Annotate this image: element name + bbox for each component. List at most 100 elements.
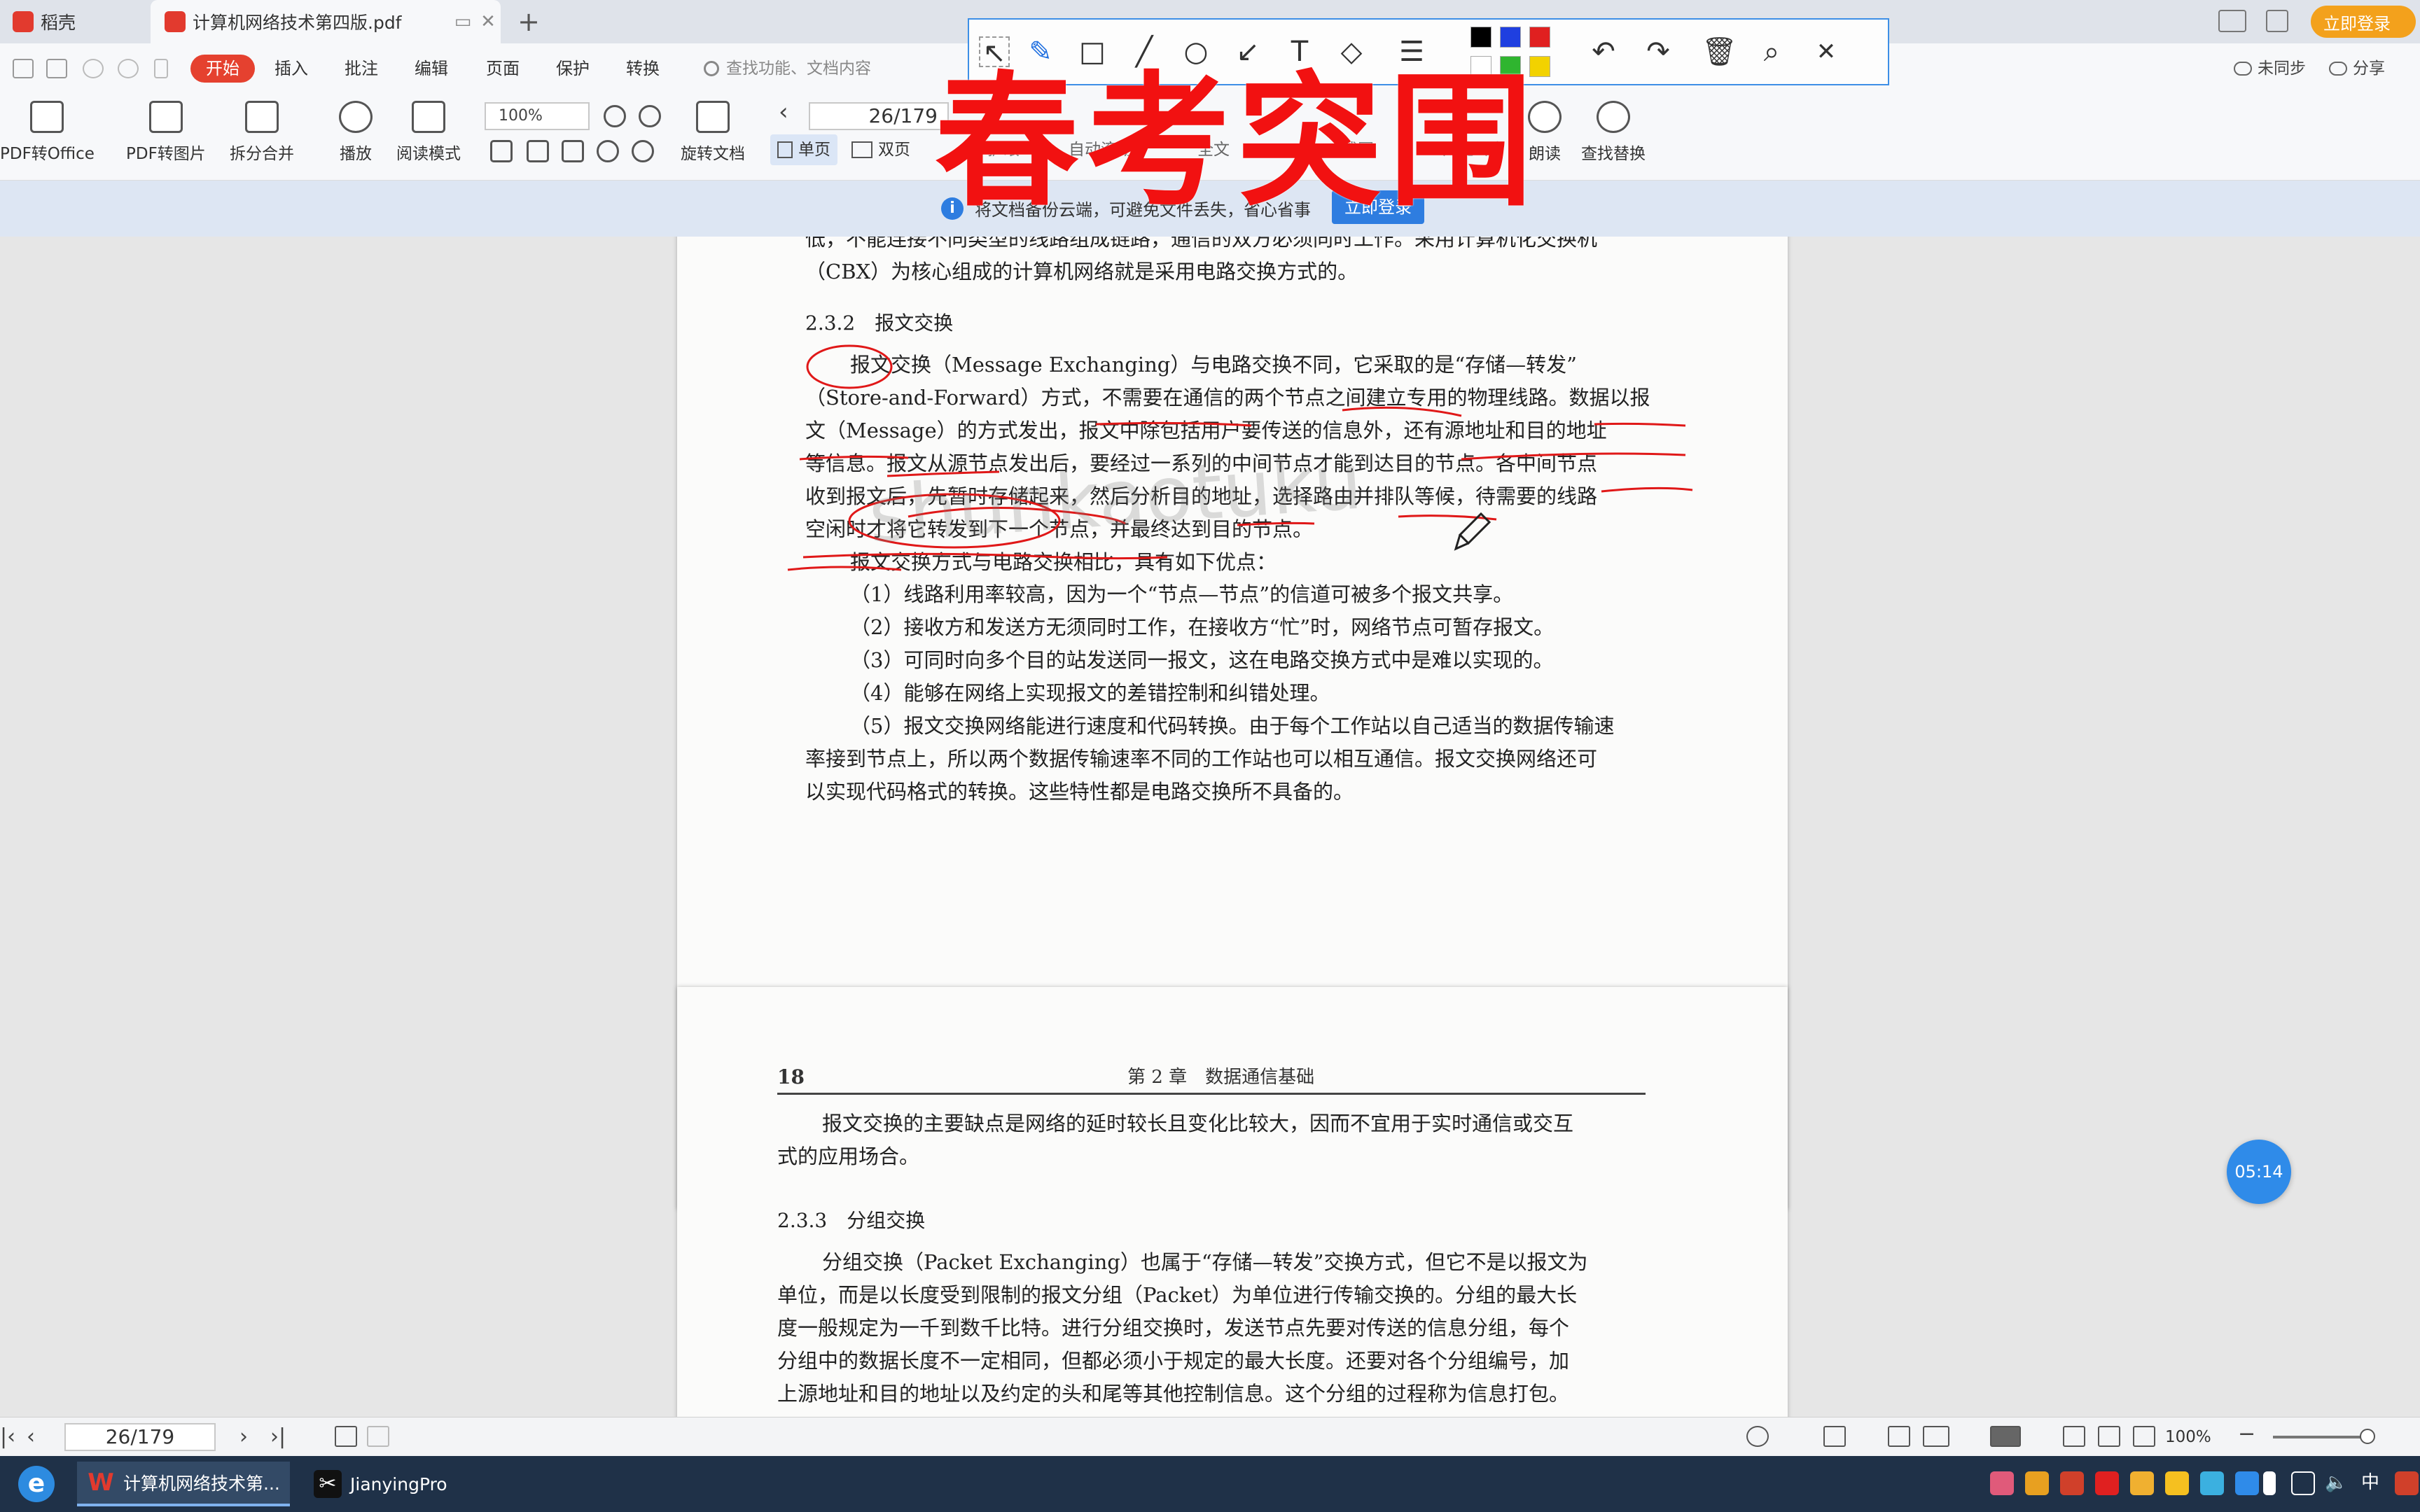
delete-icon[interactable]: 🗑 (1702, 36, 1737, 67)
find-replace-button[interactable]: 查找替换 (1581, 101, 1646, 164)
play-presentation-icon[interactable] (1990, 1426, 2021, 1447)
rotate-right-icon[interactable] (632, 140, 654, 162)
tray-app-icon[interactable] (2060, 1471, 2084, 1495)
fit-page-icon[interactable] (2098, 1426, 2120, 1447)
zoom-select[interactable]: 100% (485, 102, 590, 130)
browser-icon[interactable]: e (18, 1466, 55, 1502)
undo-icon[interactable]: ↶ (1588, 36, 1619, 67)
fit-page-icon[interactable] (527, 140, 549, 162)
pdf-page: 18 第 2 章 数据通信基础 报文交换的主要缺点是网络的延时较长且变化比较大，… (677, 987, 1788, 1417)
color-red[interactable] (1529, 27, 1550, 48)
double-page-view-icon[interactable] (1923, 1426, 1949, 1447)
network-icon[interactable] (2291, 1471, 2315, 1495)
tray-app-icon[interactable] (2130, 1471, 2154, 1495)
timer-badge[interactable]: 05:14 (2227, 1140, 2291, 1204)
prev-page-icon[interactable]: ‹ (27, 1424, 35, 1450)
eye-mode-icon[interactable] (1746, 1426, 1769, 1447)
pdf-to-office-button[interactable]: PDF转Office (0, 101, 95, 164)
double-page-icon (851, 141, 872, 158)
tray-app-icon[interactable] (2235, 1471, 2259, 1495)
login-button[interactable]: 立即登录 (2311, 6, 2416, 38)
zoom-slider-handle[interactable] (2360, 1429, 2375, 1444)
read-mode-icon (412, 101, 445, 133)
menu-edit[interactable]: 编辑 (415, 55, 448, 83)
tab-pin-icon[interactable]: ▭ (450, 11, 475, 32)
status-zoom[interactable]: 100% (2165, 1426, 2211, 1448)
feature-search[interactable]: 查找功能、文档内容 (704, 55, 871, 83)
search-icon[interactable]: ⌕ (1756, 36, 1787, 67)
zoom-in-icon[interactable] (639, 105, 661, 127)
search-icon (704, 61, 719, 76)
close-icon[interactable]: ✕ (1811, 36, 1842, 67)
print-icon[interactable] (46, 59, 67, 78)
rotate-document-button[interactable]: 旋转文档 (681, 101, 745, 164)
pdf-to-image-button[interactable]: PDF转图片 (126, 101, 206, 164)
menu-insert[interactable]: 插入 (274, 55, 308, 83)
document-viewport[interactable]: 低，不能连接不同类型的线路组成链路，通信的双方必须同时工作。采用计算机化交换机 … (0, 237, 2420, 1417)
fit-width-icon[interactable] (562, 140, 584, 162)
tab-close-icon[interactable]: ✕ (475, 11, 501, 32)
tray-app-icon[interactable] (2025, 1471, 2049, 1495)
double-page-button[interactable]: 双页 (844, 134, 917, 165)
zoom-out-icon[interactable] (604, 105, 626, 127)
redo-icon[interactable] (118, 59, 139, 78)
fit-width-icon[interactable] (2133, 1426, 2155, 1447)
page-number-input[interactable]: 26/179 (809, 102, 949, 130)
ime-indicator[interactable]: 中 (2361, 1469, 2379, 1497)
apps-grid-icon[interactable] (2266, 10, 2288, 32)
menu-start[interactable]: 开始 (190, 55, 255, 83)
save-icon[interactable] (13, 59, 34, 78)
volume-icon[interactable]: 🔈 (2325, 1469, 2347, 1497)
task-wps[interactable]: W 计算机网络技术第... (77, 1462, 290, 1506)
list-item: （2）接收方和发送方无须同时工作，在接收方“忙”时，网络节点可暂存报文。 (850, 615, 1555, 639)
split-merge-button[interactable]: 拆分合并 (230, 101, 294, 164)
back-icon[interactable] (335, 1426, 357, 1447)
text-line: 报文交换的主要缺点是网络的延时较长且变化比较大，因而不宜用于实时通信或交互 (822, 1112, 1574, 1135)
actual-size-icon[interactable] (490, 140, 513, 162)
task-jianying[interactable]: ✂ JianyingPro (304, 1462, 457, 1506)
text-line: 报文交换（Message Exchanging）与电路交换不同，它采取的是“存储… (850, 353, 1577, 377)
pdf-to-office-label: PDF转Office (0, 145, 95, 163)
first-page-icon[interactable]: |‹ (0, 1424, 15, 1450)
menu-protect[interactable]: 保护 (556, 55, 590, 83)
redo-icon[interactable]: ↷ (1643, 36, 1674, 67)
single-page-view-icon[interactable] (1888, 1426, 1910, 1447)
tray-app-icon[interactable] (2395, 1471, 2419, 1495)
double-page-label: 双页 (878, 141, 910, 159)
zoom-out-minus-icon[interactable]: − (2238, 1422, 2255, 1447)
play-button[interactable]: 播放 (339, 101, 373, 164)
last-page-icon[interactable]: ›| (270, 1424, 286, 1450)
paragraph-packet-exchanging: 分组交换（Packet Exchanging）也属于“存储—转发”交换方式，但它… (777, 1246, 1588, 1410)
read-mode-button[interactable]: 阅读模式 (396, 101, 461, 164)
actual-size-icon[interactable] (2063, 1426, 2085, 1447)
tray-app-icon[interactable] (2165, 1471, 2189, 1495)
customize-icon[interactable] (154, 59, 168, 78)
microphone-icon[interactable] (2263, 1471, 2276, 1495)
tab-home[interactable]: 稻壳 (0, 0, 151, 43)
new-tab-button[interactable]: + (511, 4, 546, 39)
windows-taskbar: e W 计算机网络技术第... ✂ JianyingPro 🔈 中 (0, 1456, 2420, 1512)
single-page-button[interactable]: 单页 (770, 134, 837, 165)
tray-app-icon[interactable] (1990, 1471, 2014, 1495)
color-blue[interactable] (1500, 27, 1521, 48)
rotate-left-icon[interactable] (597, 140, 619, 162)
advantage-5-paragraph: （5）报文交换网络能进行速度和代码转换。由于每个工作站以自己适当的数据传输速 率… (805, 710, 1614, 808)
tab-document[interactable]: 计算机网络技术第四版.pdf ▭ ✕ (151, 0, 501, 43)
undo-icon[interactable] (83, 59, 104, 78)
full-width-icon[interactable] (1823, 1426, 1846, 1447)
zoom-slider[interactable] (2273, 1429, 2375, 1444)
next-page-icon[interactable]: › (239, 1424, 248, 1450)
status-page-input[interactable]: 26/179 (64, 1423, 216, 1451)
tray-app-icon[interactable] (2200, 1471, 2224, 1495)
color-black[interactable] (1470, 27, 1491, 48)
unsync-status[interactable]: 未同步 (2234, 55, 2306, 83)
tray-app-icon[interactable] (2095, 1471, 2119, 1495)
window-layout-icon[interactable] (2218, 10, 2246, 32)
prev-page-icon[interactable]: ‹ (779, 99, 788, 125)
menu-comment[interactable]: 批注 (345, 55, 378, 83)
rotate-document-label: 旋转文档 (681, 145, 745, 163)
forward-icon[interactable] (367, 1426, 389, 1447)
share-button[interactable]: 分享 (2329, 55, 2385, 83)
menu-convert[interactable]: 转换 (626, 55, 660, 83)
menu-page[interactable]: 页面 (486, 55, 520, 83)
